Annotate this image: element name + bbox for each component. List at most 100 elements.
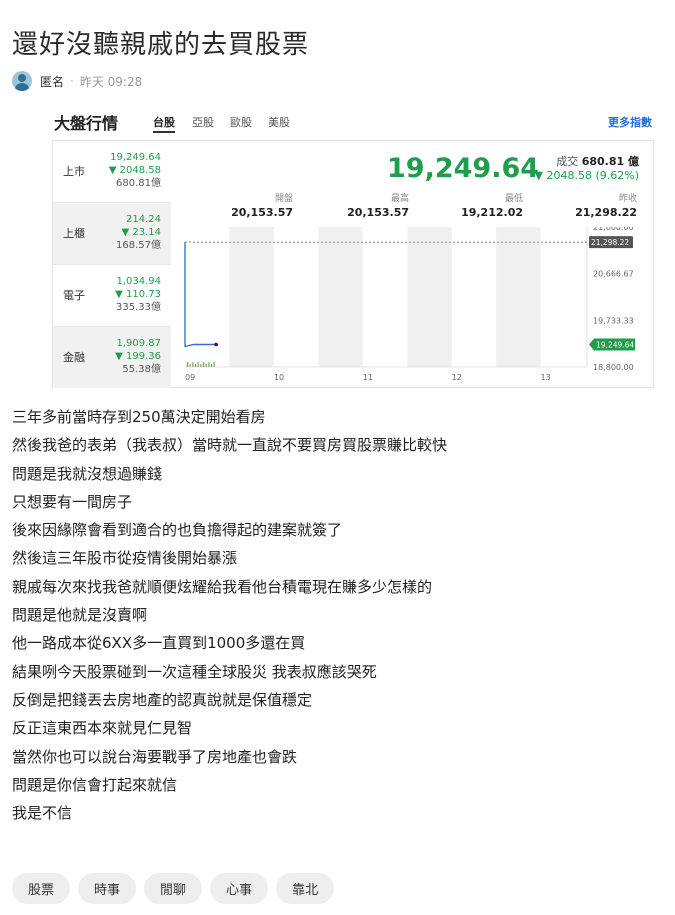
stat-value: 20,153.57	[231, 206, 293, 219]
index-name: 上市	[63, 165, 85, 178]
index-value: 19,249.64	[110, 152, 161, 163]
market-panel: 上市 19,249.64 ▼ 2048.58 680.81億 上櫃 214.24…	[52, 140, 654, 388]
stat-value: 19,212.02	[461, 206, 523, 219]
index-name: 金融	[63, 351, 85, 364]
body-line: 三年多前當時存到250萬決定開始看房	[12, 408, 266, 426]
index-volume: 680.81億	[116, 178, 161, 189]
stat-label: 最低	[504, 194, 523, 204]
market-header: 大盤行情 台股 亞股 歐股 美股 更多指數	[52, 106, 652, 136]
index-value: 214.24	[126, 214, 161, 225]
volume-bar	[194, 364, 197, 367]
body-line: 然後這三年股市從疫情後開始暴漲	[12, 549, 238, 568]
post-body: 三年多前當時存到250萬決定開始看房然後我爸的表弟（我表叔）當時就一直說不要買房…	[12, 403, 447, 827]
prev-close-label: 21,298.22	[591, 238, 629, 247]
body-line: 他一路成本從6XX多一直買到1000多還在買	[12, 634, 306, 653]
turnover-summary: 成交 680.81 億 ▼ 2048.58 (9.62%)	[535, 155, 639, 183]
hour-band	[407, 227, 452, 367]
author-name[interactable]: 匿名	[40, 73, 64, 90]
dot-separator: ·	[70, 74, 74, 88]
x-tick-label: 12	[452, 373, 462, 382]
stat-label: 昨收	[618, 194, 637, 204]
index-volume: 168.57億	[116, 240, 161, 251]
tab-us[interactable]: 美股	[268, 114, 290, 130]
tab-europe[interactable]: 歐股	[230, 114, 252, 130]
stat-open: 開盤 20,153.57	[193, 191, 293, 219]
x-tick-label: 09	[185, 373, 195, 382]
index-otc[interactable]: 上櫃 214.24 ▼ 23.14 168.57億	[53, 203, 171, 265]
index-listed[interactable]: 上市 19,249.64 ▼ 2048.58 680.81億	[53, 141, 171, 203]
stat-high: 最高 20,153.57	[309, 191, 409, 219]
hour-band	[229, 227, 274, 367]
tag-chip[interactable]: 靠北	[276, 873, 335, 904]
volume-bar	[200, 364, 202, 367]
intraday-chart: 21,600.00 20,666.67 19,733.33 18,800.00 09 10…	[184, 227, 635, 382]
tag-chip[interactable]: 時事	[78, 873, 137, 904]
index-name: 上櫃	[63, 227, 85, 240]
index-volume: 335.33億	[116, 302, 161, 313]
index-line	[184, 242, 217, 348]
stat-value: 21,298.22	[575, 206, 637, 219]
body-line: 問題是我就沒想過賺錢	[12, 464, 163, 483]
stat-prev-close: 昨收 21,298.22	[537, 191, 637, 219]
body-line: 反倒是把錢丟去房地產的認真說就是保值穩定	[12, 690, 313, 709]
main-change: ▼ 2048.58 (9.62%)	[534, 169, 639, 182]
tag-chip[interactable]: 閒聊	[144, 873, 203, 904]
index-value: 1,034.94	[116, 276, 161, 287]
tab-asia[interactable]: 亞股	[192, 114, 214, 130]
volume-bar	[210, 364, 213, 367]
index-change: ▼ 2048.58	[108, 165, 161, 176]
volume-bar	[208, 362, 210, 367]
last-point	[214, 342, 218, 347]
market-title: 大盤行情	[54, 114, 119, 133]
index-change: ▼ 110.73	[115, 289, 161, 300]
tab-taiwan[interactable]: 台股	[153, 114, 175, 133]
stat-label: 開盤	[274, 194, 293, 204]
x-tick-label: 11	[363, 373, 373, 382]
volume-bar	[189, 364, 191, 367]
index-change: ▼ 23.14	[121, 227, 162, 238]
body-line: 只想要有一間房子	[12, 492, 133, 511]
turnover-label: 成交	[556, 155, 579, 168]
y-tick-label: 19,733.33	[593, 316, 634, 325]
y-tick-label: 18,800.00	[593, 363, 634, 372]
y-tick-label: 20,666.67	[593, 270, 634, 279]
y-tick-label: 21,600.00	[593, 227, 634, 232]
body-line: 然後我爸的表弟（我表叔）當時就一直說不要買房買股票賺比較快	[12, 436, 448, 455]
avatar[interactable]	[12, 71, 32, 91]
volume-bar	[213, 362, 215, 367]
index-name: 電子	[63, 289, 85, 302]
stat-value: 20,153.57	[347, 206, 409, 219]
stat-label: 最高	[390, 194, 409, 204]
post-title: 還好沒聽親戚的去買股票	[12, 30, 310, 60]
author-line: 匿名 · 昨天 09:28	[12, 70, 142, 92]
last-value-label: 19,249.64	[596, 341, 634, 350]
body-line: 反正這東西本來就見仁見智	[12, 719, 193, 738]
x-tick-label: 13	[541, 373, 551, 382]
volume-bar	[202, 362, 205, 367]
index-change: ▼ 199.36	[115, 351, 161, 362]
body-line: 我是不信	[12, 804, 73, 823]
volume-bar	[186, 362, 189, 367]
body-line: 問題是你信會打起來就信	[12, 775, 178, 794]
hour-band	[496, 227, 541, 367]
market-widget: 大盤行情 台股 亞股 歐股 美股 更多指數 上市 19,249.64 ▼ 204…	[52, 106, 654, 388]
index-volume: 55.38億	[122, 364, 161, 375]
more-indices-link[interactable]: 更多指數	[608, 114, 652, 130]
x-tick-label: 10	[274, 373, 284, 382]
index-finance[interactable]: 金融 1,909.87 ▼ 199.36 55.38億	[53, 327, 171, 388]
post-time: 昨天 09:28	[79, 74, 143, 89]
body-line: 後來因緣際會看到適合的也負擔得起的建案就簽了	[12, 521, 343, 540]
body-line: 問題是他就是沒賣啊	[12, 606, 148, 625]
tag-chip[interactable]: 股票	[12, 873, 71, 904]
hour-band	[318, 227, 363, 367]
main-index-value: 19,249.64	[387, 153, 540, 184]
body-line: 當然你也可以說台海要戰爭了房地產也會跌	[12, 747, 298, 766]
tag-list: 股票 時事 閒聊 心事 靠北	[12, 873, 335, 904]
index-electronics[interactable]: 電子 1,034.94 ▼ 110.73 335.33億	[53, 265, 171, 327]
turnover-value: 680.81 億	[581, 155, 639, 168]
index-value: 1,909.87	[116, 338, 161, 349]
tag-chip[interactable]: 心事	[210, 873, 269, 904]
volume-bar	[192, 362, 194, 367]
volume-bar	[197, 362, 199, 367]
body-line: 親戚每次來找我爸就順便炫耀給我看他台積電現在賺多少怎樣的	[12, 577, 433, 596]
